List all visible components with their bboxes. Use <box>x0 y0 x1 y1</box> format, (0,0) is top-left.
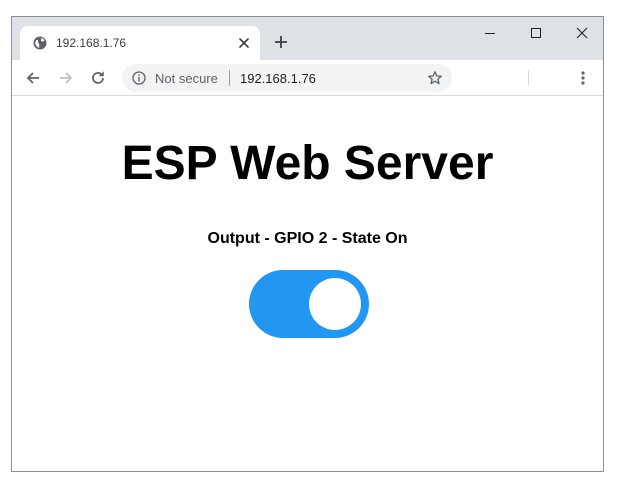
minimize-icon[interactable] <box>479 23 501 43</box>
toggle-knob[interactable] <box>309 278 361 330</box>
page-title: ESP Web Server <box>121 137 494 190</box>
browser-window: 192.168.1.76 Not secure 192.168.1.76 ESP… <box>11 16 604 472</box>
kebab-menu-icon[interactable] <box>577 69 589 87</box>
url-text[interactable]: 192.168.1.76 <box>240 71 316 86</box>
globe-icon <box>33 36 47 50</box>
address-separator <box>229 70 230 86</box>
maximize-icon[interactable] <box>525 23 547 43</box>
forward-arrow-icon[interactable] <box>57 69 75 87</box>
browser-toolbar: Not secure 192.168.1.76 <box>12 60 603 96</box>
browser-tab[interactable]: 192.168.1.76 <box>20 26 260 60</box>
close-icon[interactable] <box>237 36 251 50</box>
reload-icon[interactable] <box>89 69 107 87</box>
address-bar[interactable]: Not secure 192.168.1.76 <box>122 64 452 92</box>
star-icon[interactable] <box>427 70 443 86</box>
output-state-label: Output - GPIO 2 - State On <box>207 230 408 247</box>
back-arrow-icon[interactable] <box>24 69 42 87</box>
page-content: ESP Web Server Output - GPIO 2 - State O… <box>12 96 603 471</box>
info-icon[interactable] <box>132 71 146 85</box>
tab-strip: 192.168.1.76 <box>12 17 603 60</box>
security-status: Not secure <box>155 71 218 86</box>
toolbar-divider <box>528 70 529 86</box>
close-icon[interactable] <box>571 23 593 43</box>
plus-icon[interactable] <box>273 34 289 50</box>
gpio-toggle-switch[interactable] <box>249 270 369 338</box>
tab-title: 192.168.1.76 <box>56 36 127 50</box>
